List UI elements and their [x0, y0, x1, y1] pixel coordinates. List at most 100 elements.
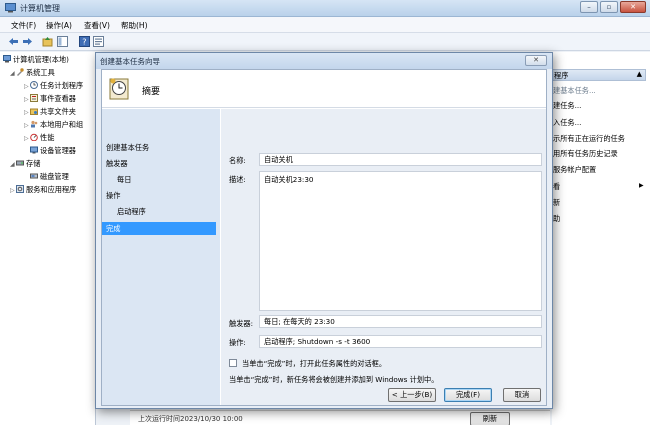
dialog-close-button[interactable]: ✕: [525, 55, 547, 66]
storage-icon: [16, 160, 24, 166]
name-label: 名称:: [229, 156, 246, 165]
close-button[interactable]: ✕: [620, 1, 646, 13]
step-start-program: 启动程序: [117, 207, 146, 216]
task-clock-icon: [109, 78, 129, 100]
tree-system-tools[interactable]: ◢ 系统工具: [10, 68, 55, 78]
tree-item-shared-folders[interactable]: ▷ 共享文件夹: [24, 107, 76, 117]
action-help[interactable]: 助: [553, 214, 560, 224]
disk-icon: [30, 173, 38, 179]
tree-item-performance[interactable]: ▷ 性能: [24, 133, 54, 143]
dialog-body: 摘要 创建基本任务 触发器 每日 操作 启动程序 完成 名称: 自动关机 描述:…: [101, 69, 547, 406]
action-field: 启动程序; Shutdown -s -t 3600: [259, 335, 542, 348]
help-icon[interactable]: ?: [79, 36, 90, 47]
tree-item-event-viewer[interactable]: ▷ 事件查看器: [24, 94, 76, 104]
wizard-steps: 创建基本任务 触发器 每日 操作 启动程序 完成: [102, 109, 220, 405]
open-properties-checkbox[interactable]: [229, 359, 237, 367]
cancel-button[interactable]: 取消: [503, 388, 541, 402]
create-basic-task-dialog: 创建基本任务向导 ✕ 摘要 创建基本任务 触发器 每日 操作 启动程序 完成 名…: [95, 52, 553, 409]
menu-view[interactable]: 查看(V): [84, 20, 110, 31]
tree-services-apps[interactable]: ▷ 服务和应用程序: [10, 185, 76, 195]
actions-header[interactable]: 程序 ▲: [552, 69, 646, 81]
dialog-heading: 摘要: [142, 87, 161, 97]
services-icon: [16, 185, 24, 193]
name-field[interactable]: 自动关机: [259, 153, 542, 166]
computer-management-icon: [5, 3, 16, 13]
finish-button[interactable]: 完成(F): [444, 388, 492, 402]
menu-bar: 文件(F) 操作(A) 查看(V) 帮助(H): [0, 17, 650, 33]
navigation-tree: 计算机管理(本地) ◢ 系统工具 ▷ 任务计划程序 ▷ 事件查看器 ▷ 共享文件夹 ▷ 本…: [0, 52, 96, 425]
tree-root-label: 计算机管理(本地): [13, 55, 69, 64]
tree-item-local-users[interactable]: ▷ 本地用户和组: [24, 120, 83, 130]
actions-pane: 程序 ▲ 建基本任务... 建任务... 入任务... 示所有正在运行的任务 用…: [552, 52, 650, 425]
minimize-button[interactable]: –: [580, 1, 598, 13]
tree-system-tools-label: 系统工具: [26, 68, 55, 77]
description-field[interactable]: 自动关机23:30: [259, 171, 542, 311]
action-show-running-tasks[interactable]: 示所有正在运行的任务: [553, 134, 625, 144]
dialog-header: 摘要: [102, 70, 546, 108]
svg-text:?: ?: [82, 38, 86, 47]
tree-item-label: 事件查看器: [40, 94, 76, 103]
tree-storage[interactable]: ◢ 存储: [10, 159, 40, 169]
tree-item-label: 设备管理器: [40, 146, 76, 155]
menu-action[interactable]: 操作(A): [46, 20, 72, 31]
tree-item-label: 磁盘管理: [40, 172, 69, 181]
show-hide-tree-icon[interactable]: [57, 36, 68, 47]
computer-icon: [3, 55, 11, 63]
tree-storage-label: 存储: [26, 159, 41, 168]
tree-root[interactable]: 计算机管理(本地): [3, 55, 69, 65]
step-action: 操作: [106, 191, 121, 200]
action-create-basic-task[interactable]: 建基本任务...: [553, 86, 596, 96]
window-controls: – ▫ ✕: [580, 1, 646, 13]
tree-services-apps-label: 服务和应用程序: [26, 185, 77, 194]
action-create-task[interactable]: 建任务...: [553, 101, 581, 111]
tools-icon: [17, 68, 24, 76]
toolbar: ?: [0, 33, 650, 51]
back-button[interactable]: < 上一步(B): [388, 388, 436, 402]
forward-arrow-icon[interactable]: [22, 36, 33, 47]
finish-note: 当单击“完成”时，新任务将会被创建并添加到 Windows 计划中。: [229, 375, 439, 384]
action-view[interactable]: 看: [553, 182, 560, 192]
performance-icon: [30, 133, 38, 141]
title-bar: 计算机管理 – ▫ ✕: [0, 0, 650, 17]
up-folder-icon[interactable]: [42, 36, 53, 47]
window-title: 计算机管理: [20, 4, 60, 13]
users-icon: [31, 120, 38, 128]
tree-item-device-manager[interactable]: 设备管理器: [30, 146, 76, 156]
event-viewer-icon: [30, 94, 38, 102]
trigger-field: 每日; 在每天的 23:30: [259, 315, 542, 328]
tree-item-task-scheduler[interactable]: ▷ 任务计划程序: [24, 81, 83, 91]
device-manager-icon: [30, 146, 38, 154]
tree-item-disk-management[interactable]: 磁盘管理: [30, 172, 69, 182]
dialog-title: 创建基本任务向导: [100, 57, 160, 66]
action-import-task[interactable]: 入任务...: [553, 118, 581, 128]
action-label: 操作:: [229, 338, 246, 347]
task-detail-strip: 上次运行时间2023/10/30 10:00 刷新: [130, 410, 550, 425]
menu-file[interactable]: 文件(F): [11, 20, 36, 31]
collapse-up-icon[interactable]: ▲: [637, 70, 642, 78]
submenu-arrow-icon: ▶: [639, 182, 644, 189]
tree-item-label: 任务计划程序: [40, 81, 84, 90]
properties-icon[interactable]: [93, 36, 104, 47]
tree-item-label: 性能: [40, 133, 55, 142]
step-trigger: 触发器: [106, 159, 128, 168]
summary-panel: 名称: 自动关机 描述: 自动关机23:30 触发器: 每日; 在每天的 23:…: [221, 109, 546, 405]
step-finish: 完成: [102, 222, 216, 235]
step-daily: 每日: [117, 175, 132, 184]
last-run-text: 上次运行时间2023/10/30 10:00: [138, 415, 243, 423]
trigger-label: 触发器:: [229, 319, 253, 328]
back-arrow-icon[interactable]: [8, 36, 19, 47]
maximize-button[interactable]: ▫: [600, 1, 618, 13]
action-service-account[interactable]: 服务帐户配置: [553, 165, 596, 175]
step-create-basic-task: 创建基本任务: [106, 143, 150, 152]
actions-header-label: 程序: [554, 71, 569, 80]
open-properties-label: 当单击“完成”时，打开此任务属性的对话框。: [242, 359, 387, 368]
clock-icon: [30, 81, 38, 89]
description-label: 描述:: [229, 175, 246, 184]
menu-help[interactable]: 帮助(H): [121, 20, 148, 31]
action-refresh[interactable]: 新: [553, 198, 560, 208]
action-enable-history[interactable]: 用所有任务历史记录: [553, 149, 618, 159]
refresh-button[interactable]: 刷新: [470, 412, 510, 425]
tree-item-label: 本地用户和组: [40, 120, 84, 129]
dialog-title-bar: 创建基本任务向导 ✕: [96, 53, 552, 69]
tree-item-label: 共享文件夹: [40, 107, 76, 116]
